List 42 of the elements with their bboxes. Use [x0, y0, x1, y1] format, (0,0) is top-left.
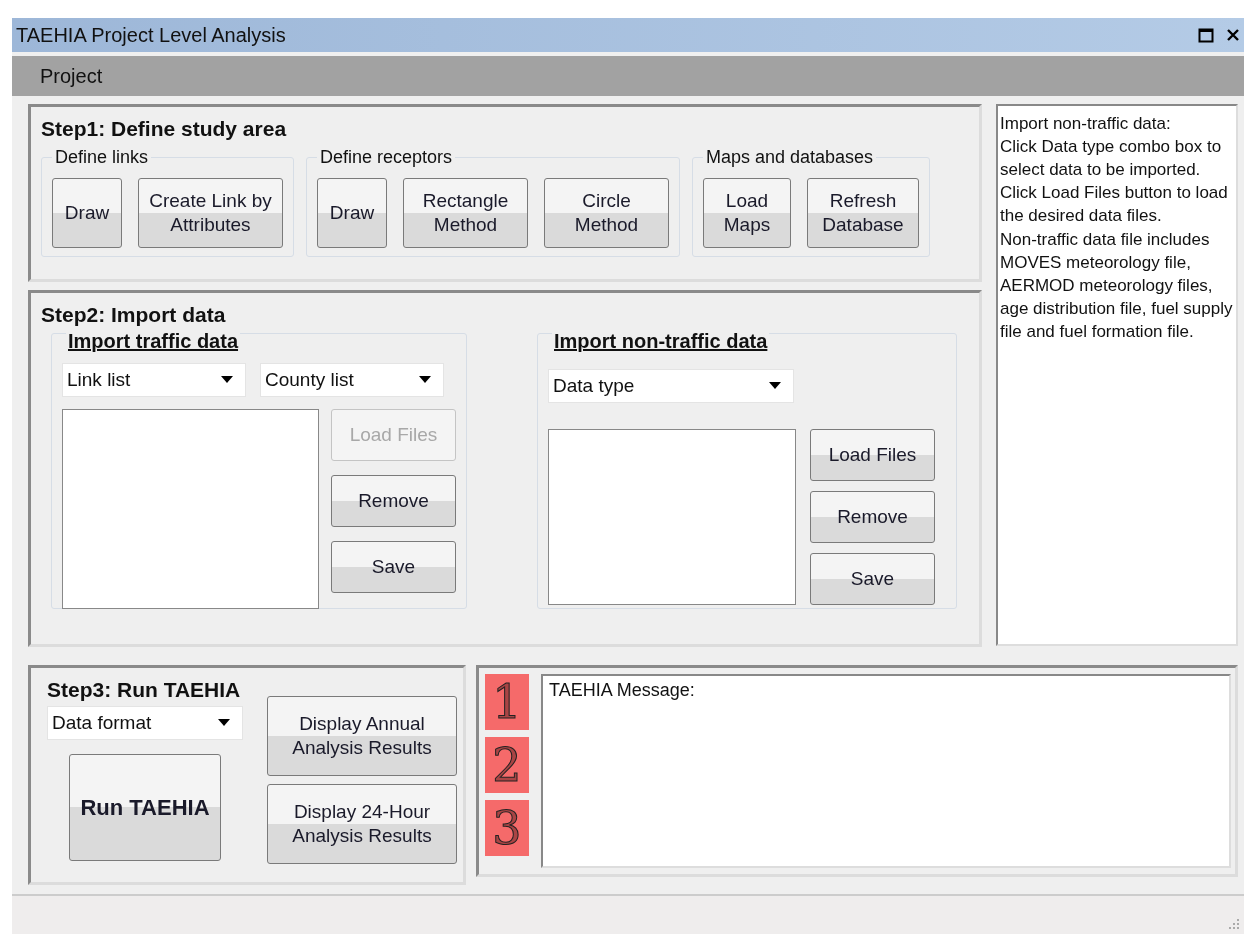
menu-item[interactable]: Project [40, 64, 103, 88]
group-label: Define links [54, 147, 150, 168]
help-paragraph: Non-traffic data file includes MOVES meteorology file, AERMOD meteorology files, age distribution file, fuel supply file and fuel formation file. [1000, 228, 1234, 343]
step-number-badge: 3 [485, 800, 529, 856]
display-button[interactable]: Display Annual Analysis Results [267, 696, 457, 776]
help-paragraph: Click Load Files button to load the desired data files. [1000, 182, 1229, 228]
action-button[interactable]: Draw [317, 178, 387, 248]
section-title: Import traffic data [66, 330, 241, 353]
action-button[interactable]: Save [331, 541, 456, 593]
action-button[interactable]: Rectangle Method [403, 178, 528, 248]
window-title: TAEHIA Project Level Analysis [16, 23, 286, 47]
run-button[interactable]: Run TAEHIA [69, 754, 221, 861]
step-title: Step3: Run TAEHIA [47, 678, 242, 702]
action-button[interactable]: Create Link by Attributes [138, 178, 283, 248]
action-button[interactable]: Load Maps [703, 178, 791, 248]
group-label: Maps and databases [705, 147, 875, 168]
action-button[interactable]: Remove [810, 491, 935, 543]
step-title: Step1: Define study area [41, 117, 288, 141]
combo-box[interactable]: Data type [548, 369, 794, 403]
step-title: Step2: Import data [41, 303, 227, 327]
maximize-icon[interactable] [1198, 27, 1214, 43]
close-icon[interactable] [1226, 28, 1240, 42]
message-text: TAEHIA Message: [549, 680, 695, 700]
action-button[interactable]: Remove [331, 475, 456, 527]
action-button[interactable]: Load Files [810, 429, 935, 481]
action-button[interactable]: Draw [52, 178, 122, 248]
combo-box[interactable]: Data format [47, 706, 243, 740]
help-paragraph: Click Data type combo box to select data to be imported. [1000, 136, 1223, 182]
combo-box[interactable]: Link list [62, 363, 246, 397]
action-button[interactable]: Circle Method [544, 178, 669, 248]
display-button[interactable]: Display 24-Hour Analysis Results [267, 784, 457, 864]
combo-box[interactable]: County list [260, 363, 444, 397]
action-button[interactable]: Refresh Database [807, 178, 919, 248]
action-button[interactable]: Save [810, 553, 935, 605]
resize-grip-icon[interactable] [1228, 918, 1240, 930]
step-number-badge: 2 [485, 737, 529, 793]
file-list[interactable] [62, 409, 319, 609]
file-list[interactable] [548, 429, 796, 605]
section-title: Import non-traffic data [552, 330, 770, 353]
help-paragraph: Import non-traffic data: [1000, 113, 1172, 135]
group-label: Define receptors [319, 147, 454, 168]
step-number-badge: 1 [485, 674, 529, 730]
